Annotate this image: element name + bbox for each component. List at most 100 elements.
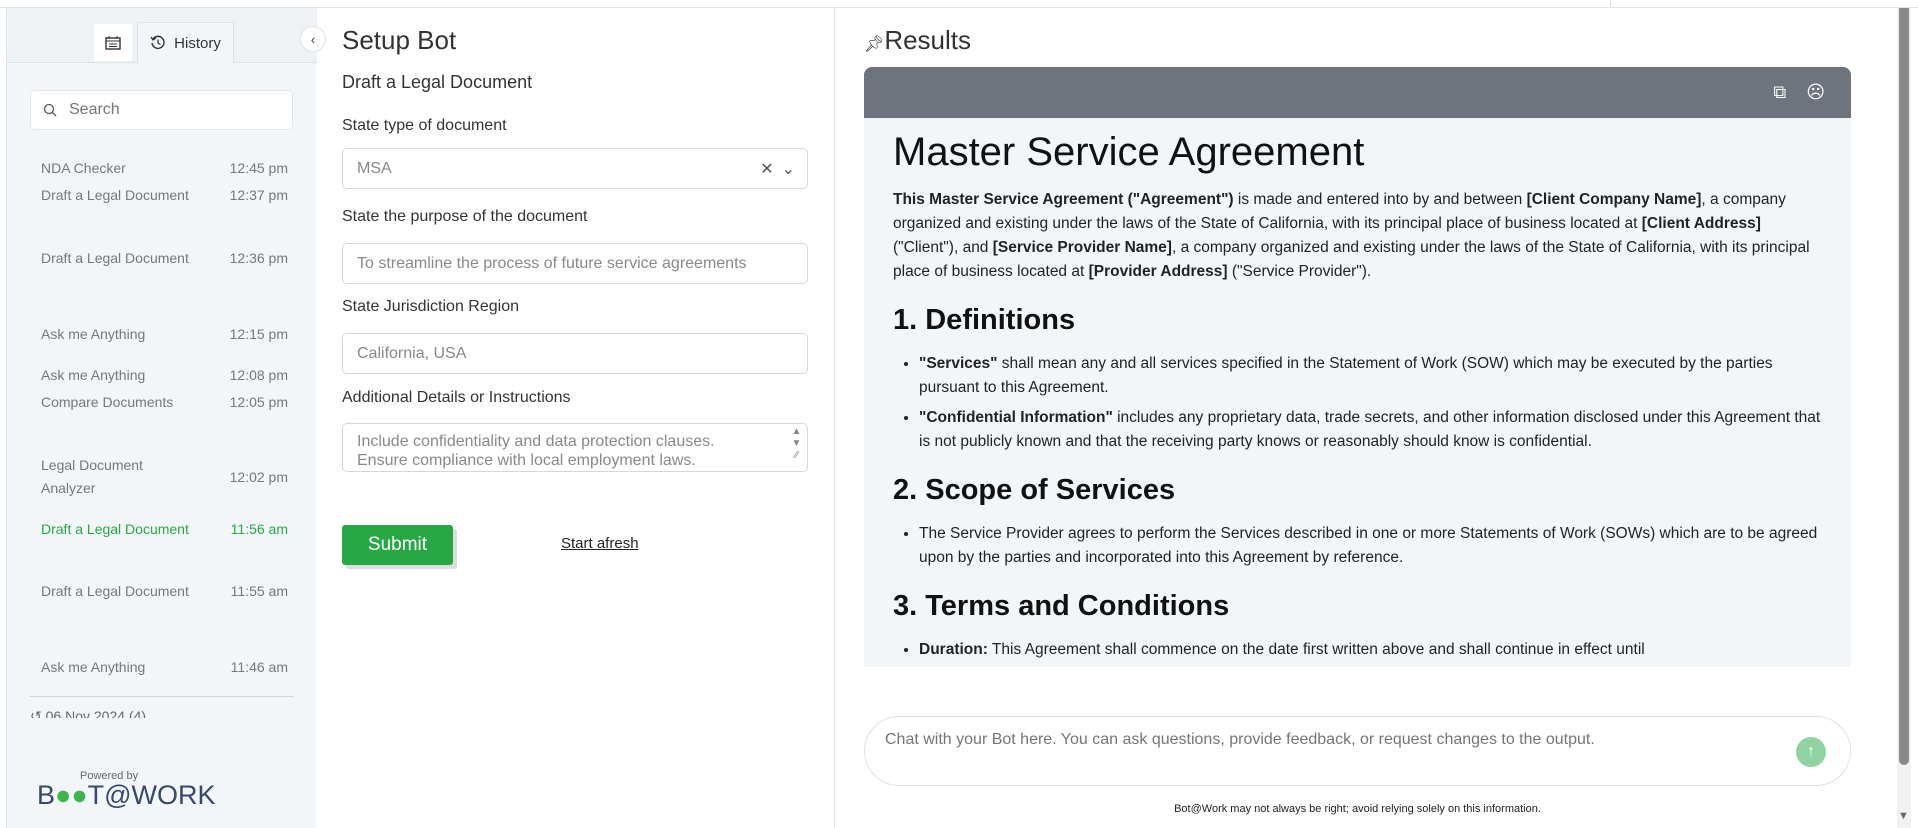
jurisdiction-field[interactable] — [342, 333, 808, 374]
history-item-name: Ask me Anything — [41, 367, 146, 383]
history-group-06-nov-2024[interactable]: ↺ 06 Nov 2024 (4) — [30, 706, 294, 718]
disclaimer: Bot@Work may not always be right; avoid … — [1174, 803, 1541, 815]
history-icon — [150, 35, 165, 49]
chevron-down-icon[interactable]: ⌄ — [782, 159, 795, 179]
bold-text: [Client Address] — [1641, 215, 1761, 232]
arrow-up-icon: ↑ — [1807, 743, 1815, 760]
history-item[interactable]: Draft a Legal Document 12:37 pm — [41, 184, 288, 207]
document-content: Master Service Agreement This Master Ser… — [864, 118, 1851, 662]
section-heading: 1. Definitions — [893, 304, 1076, 336]
chat-input[interactable] — [885, 731, 1765, 749]
history-item-name: Compare Documents — [41, 394, 174, 410]
history-item-time: 11:56 am — [230, 521, 288, 537]
history-item-name: Legal Document Analyzer — [41, 457, 143, 496]
start-afresh-link[interactable]: Start afresh — [561, 535, 639, 552]
submit-button[interactable]: Submit — [342, 525, 453, 565]
definitions-list: "Services" shall mean any and all servic… — [893, 352, 1825, 454]
text: shall mean any and all services specifie… — [919, 355, 1773, 396]
divider — [1610, 0, 1611, 6]
page-scrollbar[interactable]: ▼ — [1897, 8, 1911, 828]
bold-text: Duration: — [919, 641, 988, 658]
history-item-name: Ask me Anything — [41, 659, 146, 675]
history-item[interactable]: Ask me Anything 12:15 pm — [41, 323, 288, 346]
scrollbar-thumb[interactable] — [1899, 8, 1909, 765]
history-item-time: 12:02 pm — [229, 468, 288, 485]
history-item[interactable]: Ask me Anything 12:08 pm — [41, 364, 288, 387]
jurisdiction-label: State Jurisdiction Region — [342, 298, 519, 315]
tab-calendar[interactable] — [94, 24, 132, 61]
list-item: "Services" shall mean any and all servic… — [919, 352, 1825, 400]
history-item-name: Draft a Legal Document — [41, 250, 189, 266]
history-item[interactable]: Draft a Legal Document 11:55 am — [41, 580, 288, 603]
chevron-left-icon: ‹ — [310, 31, 316, 47]
results-title-text: Results — [884, 25, 972, 55]
history-item[interactable]: Compare Documents 12:05 pm — [41, 391, 288, 414]
purpose-input[interactable] — [357, 254, 797, 273]
section-heading: 3. Terms and Conditions — [893, 590, 1230, 622]
text: ("Client"), and — [893, 239, 993, 256]
doc-type-select[interactable]: MSA ✕ ⌄ — [342, 148, 808, 189]
document-title: Master Service Agreement — [893, 130, 1365, 174]
history-item[interactable]: Draft a Legal Document 11:56 am — [41, 518, 288, 541]
scroll-down-arrow-icon[interactable]: ▼ — [1898, 810, 1909, 822]
jurisdiction-input[interactable] — [357, 344, 797, 363]
bold-text: "Confidential Information" — [919, 409, 1113, 426]
history-group-label: 06 Nov 2024 (4) — [45, 708, 147, 718]
sidebar-tabs: History — [7, 8, 317, 63]
top-bar — [0, 0, 1918, 8]
copy-icon[interactable]: ⧉ — [1773, 82, 1786, 103]
section-heading: 2. Scope of Services — [893, 474, 1176, 506]
calendar-icon — [105, 35, 121, 50]
chat-box[interactable]: ↑ — [864, 716, 1851, 786]
history-item-name: Draft a Legal Document — [41, 521, 189, 537]
textarea-scroll-arrows[interactable]: ▲ ▼ ⁄⁄ — [786, 426, 807, 478]
history-item-time: 12:15 pm — [229, 326, 288, 342]
divider — [30, 696, 294, 697]
document-intro: This Master Service Agreement ("Agreemen… — [893, 188, 1825, 284]
list-item: "Confidential Information" includes any … — [919, 406, 1825, 454]
clear-icon[interactable]: ✕ — [760, 159, 773, 179]
history-item-time: 12:36 pm — [229, 250, 288, 266]
scope-list: The Service Provider agrees to perform t… — [893, 522, 1825, 570]
search-box[interactable] — [30, 90, 293, 130]
history-item-name: Draft a Legal Document — [41, 187, 189, 203]
history-item[interactable]: Draft a Legal Document 12:36 pm — [41, 247, 288, 270]
bot-name: Draft a Legal Document — [342, 72, 533, 92]
pin-icon: 📌︎ — [864, 36, 885, 53]
history-item-name: Draft a Legal Document — [41, 583, 189, 599]
history-item-time: 11:46 am — [230, 659, 288, 675]
result-card: ⧉ ☹ Master Service Agreement This Master… — [864, 67, 1851, 667]
purpose-field[interactable] — [342, 243, 808, 284]
search-icon — [43, 103, 57, 117]
setup-panel: Setup Bot Draft a Legal Document State t… — [316, 8, 835, 828]
bold-text: This Master Service Agreement ("Agreemen… — [893, 191, 1234, 208]
history-item-time: 12:37 pm — [229, 187, 288, 203]
tab-history-label: History — [174, 34, 221, 52]
history-item-time: 12:05 pm — [229, 394, 288, 410]
bold-text: [Service Provider Name] — [992, 239, 1172, 256]
history-item-time: 12:45 pm — [229, 160, 288, 176]
results-title: 📌︎Results — [864, 25, 971, 56]
bold-text: "Services" — [919, 355, 998, 372]
text: is made and entered into by and between — [1233, 191, 1527, 208]
bold-text: [Provider Address] — [1088, 263, 1228, 280]
search-input[interactable] — [69, 101, 269, 119]
history-item[interactable]: NDA Checker 12:45 pm — [41, 157, 288, 180]
purpose-label: State the purpose of the document — [342, 208, 588, 225]
logo-wordmark: B●●T@WORK — [37, 780, 216, 810]
history-item[interactable]: Ask me Anything 11:46 am — [41, 656, 288, 679]
sidebar: History NDA Checker 12:45 pm Draft a Legal… — [6, 8, 317, 828]
result-card-toolbar: ⧉ ☹ — [864, 67, 1851, 118]
terms-list: Duration: This Agreement shall commence … — [893, 638, 1825, 662]
history-item-time: 12:08 pm — [229, 367, 288, 383]
collapse-sidebar-button[interactable]: ‹ — [300, 26, 326, 52]
list-item: The Service Provider agrees to perform t… — [919, 522, 1825, 570]
send-button[interactable]: ↑ — [1796, 737, 1826, 767]
history-item-time: 11:55 am — [230, 583, 288, 599]
sad-face-feedback-icon[interactable]: ☹ — [1806, 82, 1825, 103]
history-item-name: Ask me Anything — [41, 326, 146, 342]
history-item[interactable]: Legal Document Analyzer 12:02 pm — [41, 454, 288, 500]
details-textarea[interactable]: Include confidentiality and data protect… — [342, 423, 808, 472]
doc-type-label: State type of document — [342, 117, 507, 134]
tab-history[interactable]: History — [137, 22, 234, 63]
